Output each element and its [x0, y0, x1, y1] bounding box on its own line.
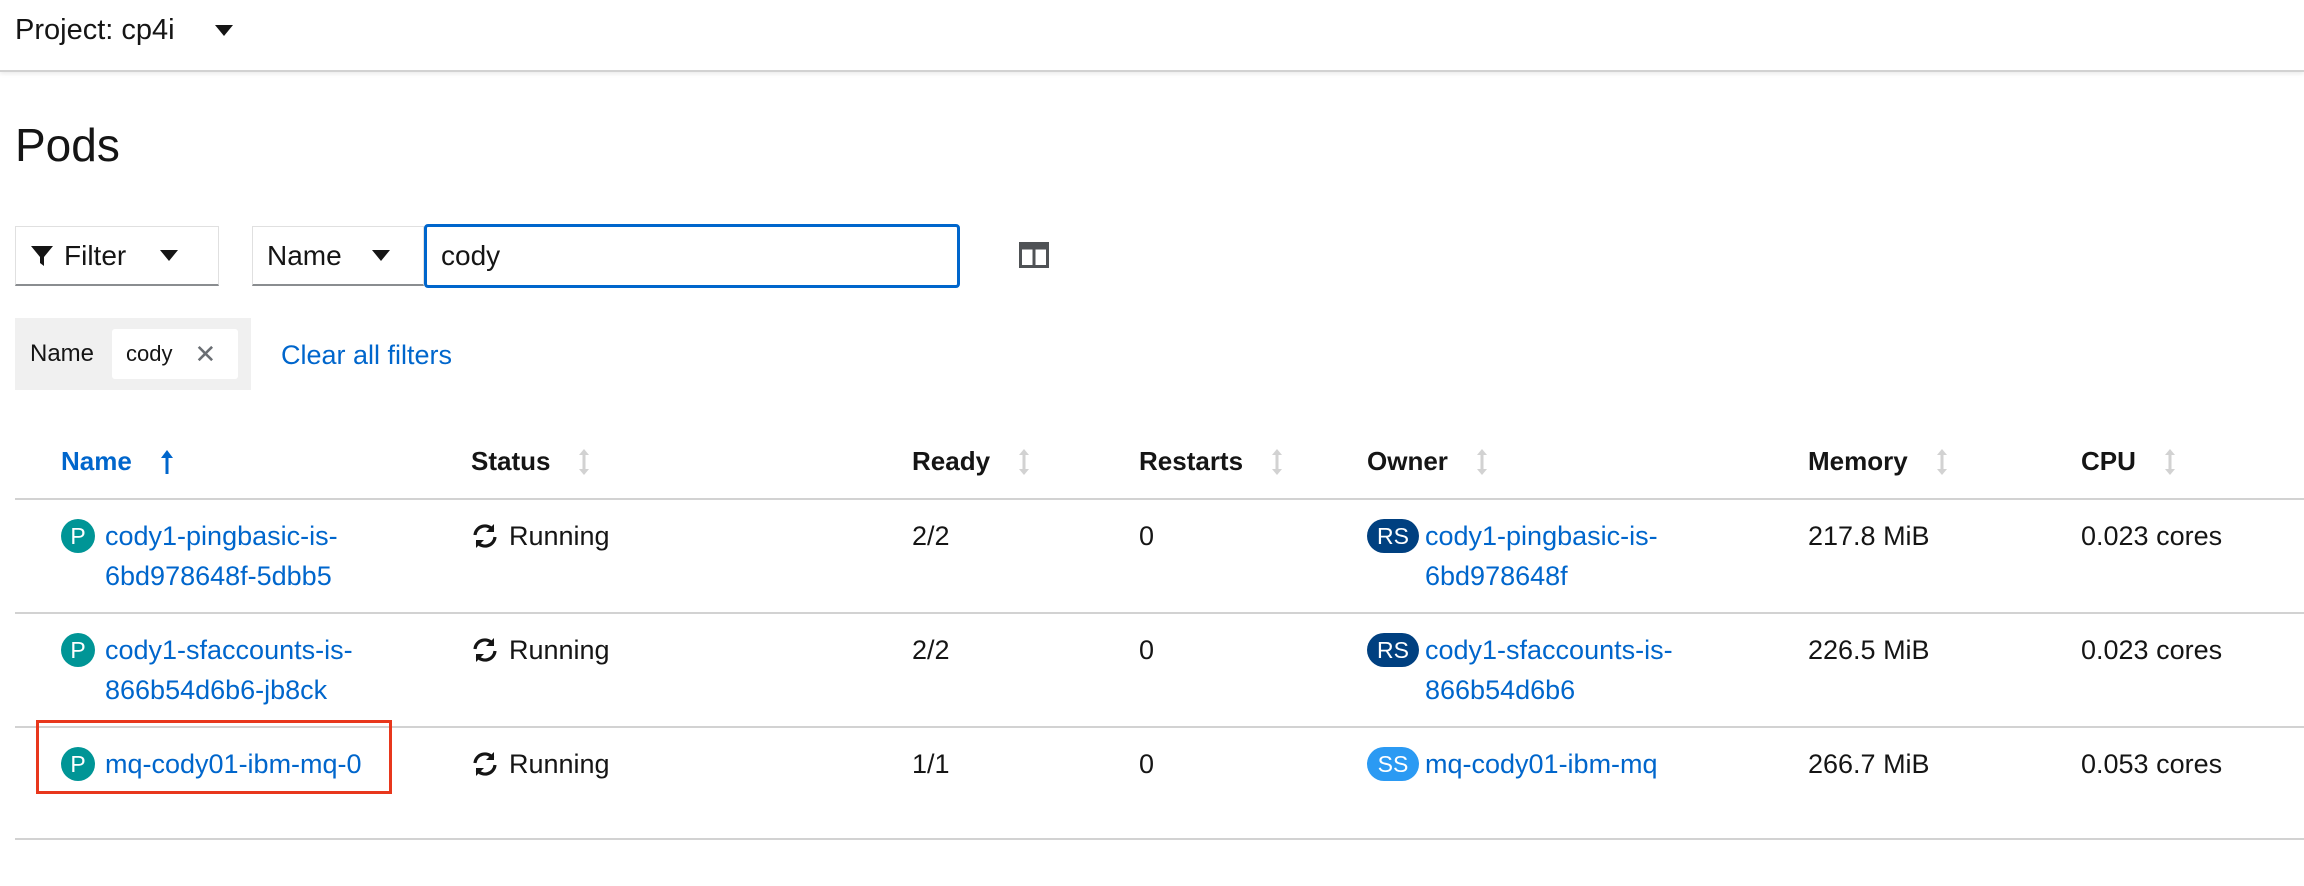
sort-ascending-icon: [160, 449, 174, 475]
replicaset-badge: RS: [1367, 633, 1419, 667]
owner-cell: RS cody1-sfaccounts-is-866b54d6b6: [1367, 630, 1787, 710]
sort-icon: [1271, 448, 1283, 476]
status-cell: Running: [471, 630, 610, 670]
restarts-cell: 0: [1139, 749, 1155, 779]
cpu-cell: 0.053 cores: [2081, 749, 2223, 779]
attribute-label: Name: [267, 239, 342, 271]
project-label: Project: cp4i: [15, 13, 175, 46]
cpu-cell: 0.023 cores: [2081, 521, 2223, 551]
memory-cell: 226.5 MiB: [1808, 635, 1930, 665]
caret-down-icon: [160, 250, 179, 261]
column-header-ready[interactable]: Ready: [912, 446, 1030, 477]
pod-badge: P: [61, 747, 95, 781]
column-header-label: Status: [471, 446, 551, 476]
pod-name-link[interactable]: cody1-sfaccounts-is-866b54d6b6-jb8ck: [105, 630, 385, 710]
close-icon[interactable]: ✕: [195, 339, 217, 370]
column-header-label: Owner: [1367, 446, 1448, 476]
column-header-label: Memory: [1808, 446, 1908, 476]
column-header-label: Restarts: [1139, 446, 1244, 476]
pod-name-cell: P cody1-sfaccounts-is-866b54d6b6-jb8ck: [61, 630, 401, 710]
sync-icon: [471, 636, 499, 664]
sort-icon: [2164, 448, 2176, 476]
filter-dropdown[interactable]: Filter: [15, 226, 219, 286]
filter-label: Filter: [64, 239, 127, 271]
replicaset-badge: RS: [1367, 519, 1419, 553]
status-cell: Running: [471, 516, 610, 556]
owner-link[interactable]: cody1-sfaccounts-is-866b54d6b6: [1425, 630, 1725, 710]
pod-badge: P: [61, 519, 95, 553]
ready-cell: 2/2: [912, 635, 950, 665]
clear-all-filters-link[interactable]: Clear all filters: [281, 340, 452, 371]
column-header-restarts[interactable]: Restarts: [1139, 446, 1283, 477]
owner-link[interactable]: mq-cody01-ibm-mq: [1425, 744, 1725, 784]
column-header-owner[interactable]: Owner: [1367, 446, 1488, 477]
project-selector[interactable]: Project: cp4i: [15, 14, 233, 47]
column-header-name[interactable]: Name: [61, 446, 174, 477]
sort-icon: [1476, 448, 1488, 476]
caret-down-icon: [214, 24, 233, 36]
status-text: Running: [509, 749, 610, 779]
statefulset-badge: SS: [1367, 747, 1419, 781]
sort-icon: [1018, 448, 1030, 476]
table-row: P cody1-sfaccounts-is-866b54d6b6-jb8ck R…: [15, 614, 2304, 728]
filter-chip-group: Name cody ✕: [15, 318, 251, 390]
owner-link[interactable]: cody1-pingbasic-is-6bd978648f: [1425, 516, 1725, 596]
memory-cell: 217.8 MiB: [1808, 521, 1930, 551]
sync-icon: [471, 750, 499, 778]
status-cell: Running: [471, 744, 610, 784]
pod-name-link[interactable]: mq-cody01-ibm-mq-0: [105, 744, 385, 784]
owner-cell: RS cody1-pingbasic-is-6bd978648f: [1367, 516, 1787, 596]
pod-name-cell: P cody1-pingbasic-is-6bd978648f-5dbb5: [61, 516, 401, 596]
table-row: P mq-cody01-ibm-mq-0 Running 1/1 0 SS mq…: [15, 728, 2304, 840]
sync-icon: [471, 522, 499, 550]
column-header-cpu[interactable]: CPU: [2081, 446, 2176, 477]
column-header-label: Ready: [912, 446, 991, 476]
search-input[interactable]: [424, 224, 960, 288]
project-bar: Project: cp4i: [0, 0, 2304, 72]
pod-name-cell: P mq-cody01-ibm-mq-0: [61, 744, 401, 784]
ready-cell: 1/1: [912, 749, 950, 779]
sort-icon: [578, 448, 590, 476]
attribute-dropdown[interactable]: Name: [252, 226, 424, 286]
caret-down-icon: [371, 250, 390, 261]
cpu-cell: 0.023 cores: [2081, 635, 2223, 665]
pod-name-link[interactable]: cody1-pingbasic-is-6bd978648f-5dbb5: [105, 516, 385, 596]
columns-icon[interactable]: [1019, 242, 1049, 273]
column-header-label: Name: [61, 446, 132, 476]
filter-chip: cody ✕: [112, 329, 239, 379]
restarts-cell: 0: [1139, 521, 1155, 551]
column-header-memory[interactable]: Memory: [1808, 446, 1948, 477]
status-text: Running: [509, 635, 610, 665]
chip-group-label: Name: [30, 340, 95, 367]
table-row: P cody1-pingbasic-is-6bd978648f-5dbb5 Ru…: [15, 500, 2304, 614]
filter-icon: [30, 244, 54, 268]
table-header: Name Status Ready Restarts Owner Memory: [15, 436, 2304, 500]
pod-badge: P: [61, 633, 95, 667]
status-text: Running: [509, 521, 610, 551]
ready-cell: 2/2: [912, 521, 950, 551]
column-header-status[interactable]: Status: [471, 446, 590, 477]
owner-cell: SS mq-cody01-ibm-mq: [1367, 744, 1787, 784]
page-title: Pods: [15, 119, 120, 171]
sort-icon: [1936, 448, 1948, 476]
memory-cell: 266.7 MiB: [1808, 749, 1930, 779]
restarts-cell: 0: [1139, 635, 1155, 665]
chip-label: cody: [126, 341, 173, 366]
column-header-label: CPU: [2081, 446, 2136, 476]
